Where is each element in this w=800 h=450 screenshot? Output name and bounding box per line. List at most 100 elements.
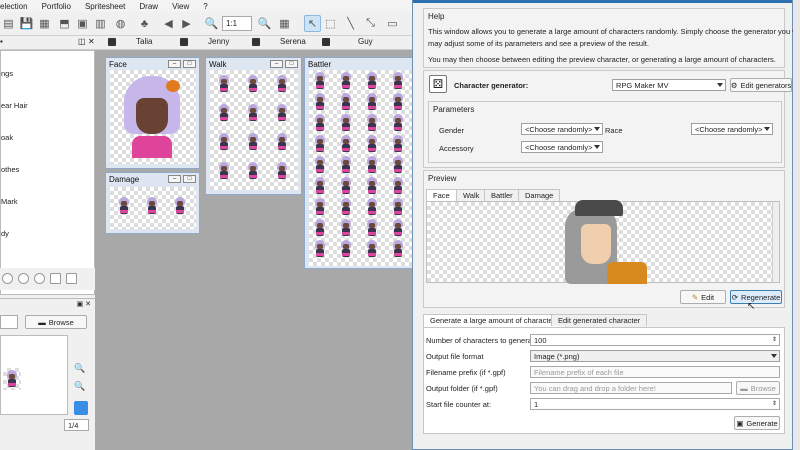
title-stripe <box>413 0 792 3</box>
gender-label: Gender <box>439 126 465 135</box>
zoom-in-icon[interactable]: 🔍 <box>74 363 85 374</box>
folder-select[interactable] <box>0 315 18 329</box>
tab-jenny[interactable]: Jenny <box>180 37 229 46</box>
part-item[interactable]: oak <box>1 133 13 142</box>
select-icon[interactable]: ⬚ <box>322 15 339 32</box>
part-item[interactable]: Mark <box>1 197 18 206</box>
parts-list: ngs ear Hair oak othes Mark dy <box>0 50 95 295</box>
select-value: RPG Maker MV <box>616 81 669 90</box>
browse-button[interactable]: ▬ Browse <box>25 315 87 329</box>
copy-icon[interactable] <box>50 273 61 284</box>
dice-icon: ⚄ <box>429 75 447 93</box>
count-value: 100 <box>534 336 547 345</box>
menu-view[interactable]: View <box>172 2 189 11</box>
minimize-icon[interactable]: – <box>270 60 283 68</box>
undo-icon[interactable]: ◀ <box>160 15 177 32</box>
menu-spritesheet[interactable]: Spritesheet <box>85 2 125 11</box>
remove-icon[interactable] <box>18 273 29 284</box>
generator-label: Character generator: <box>454 81 529 90</box>
sprite-frame <box>391 177 405 195</box>
new-icon[interactable]: ▤ <box>0 15 17 32</box>
globe-icon[interactable]: ◍ <box>112 15 129 32</box>
generate-button[interactable]: ▣ Generate <box>734 416 780 430</box>
minimize-icon[interactable]: – <box>168 60 181 68</box>
battler-sheet <box>309 70 415 266</box>
preview-scrollbar[interactable] <box>772 202 779 282</box>
zoom-in-icon[interactable]: 🔍 <box>256 15 273 32</box>
dock-icon[interactable]: ◫ <box>78 37 86 46</box>
tab-talia[interactable]: Talia <box>108 37 152 46</box>
prefix-field[interactable]: Filename prefix of each file <box>530 366 780 378</box>
page-field[interactable]: 1/4 <box>64 419 89 431</box>
color-icon[interactable] <box>34 273 45 284</box>
gender-select[interactable]: <Choose randomly> <box>521 123 603 135</box>
save-as-icon[interactable]: ▦ <box>36 15 53 32</box>
grid-icon[interactable]: ▦ <box>276 15 293 32</box>
generator-select[interactable]: RPG Maker MV <box>612 79 726 91</box>
filter-icon[interactable] <box>2 273 13 284</box>
spin-icon[interactable]: ⇕ <box>772 400 777 407</box>
maximize-icon[interactable]: □ <box>183 175 196 183</box>
sprite-frame <box>365 198 379 216</box>
format-select[interactable]: Image (*.png) <box>530 350 780 362</box>
sprite-frame <box>313 219 327 237</box>
panel-controls-icon[interactable]: ▣ ✕ <box>0 300 95 310</box>
count-spinbox[interactable]: 100 ⇕ <box>530 334 780 346</box>
part-item[interactable]: dy <box>1 229 9 238</box>
spritesheet-icon[interactable]: ▥ <box>92 15 109 32</box>
pointer-icon[interactable]: ↖ <box>304 15 321 32</box>
folder-icon: ▬ <box>38 317 46 327</box>
preview-tabs: Face Walk Battler Damage <box>426 189 784 285</box>
paste-icon[interactable] <box>66 273 77 284</box>
settings-icon[interactable] <box>74 401 88 415</box>
regenerate-button[interactable]: ⟳ Regenerate <box>730 290 782 304</box>
part-item[interactable]: ear Hair <box>1 101 28 110</box>
edit-generators-button[interactable]: ⚙ Edit generators <box>730 78 792 92</box>
accessory-select[interactable]: <Choose randomly> <box>521 141 603 153</box>
tab-walk[interactable]: Walk <box>456 189 487 201</box>
zoom-out-icon[interactable]: 🔍 <box>203 15 220 32</box>
folder-browse-button[interactable]: ▬ Browse <box>736 381 780 395</box>
tab-generate-many[interactable]: Generate a large amount of characters <box>423 314 566 327</box>
tab-label: Serena <box>280 37 306 46</box>
zoom-select[interactable]: 1:1 <box>222 16 252 31</box>
thumbnail[interactable] <box>3 368 21 390</box>
export-icon[interactable]: ⬒ <box>56 15 73 32</box>
transform-icon[interactable]: ⤡ <box>362 15 379 32</box>
menu-help[interactable]: ? <box>203 2 207 11</box>
menu-selection[interactable]: election <box>0 2 28 11</box>
help-text: You may then choose between editing the … <box>428 55 776 64</box>
sprite-frame <box>391 198 405 216</box>
pen-icon[interactable]: ╲ <box>342 15 359 32</box>
tab-battler[interactable]: Battler <box>484 189 520 201</box>
sprite-frame <box>339 135 353 153</box>
tab-edit-generated[interactable]: Edit generated character <box>551 314 648 326</box>
minimize-icon[interactable]: – <box>168 175 181 183</box>
redo-icon[interactable]: ▶ <box>178 15 195 32</box>
save-icon[interactable]: 💾 <box>18 15 35 32</box>
zoom-out-icon[interactable]: 🔍 <box>74 381 85 392</box>
menu-draw[interactable]: Draw <box>139 2 158 11</box>
resize-icon[interactable]: ▭ <box>384 15 401 32</box>
thumbnail-area <box>0 335 68 415</box>
prefix-label: Filename prefix (if *.gpf) <box>426 368 506 377</box>
menu-portfolio[interactable]: Portfolio <box>42 2 71 11</box>
edit-button[interactable]: ✎ Edit <box>680 290 726 304</box>
maximize-icon[interactable]: □ <box>285 60 298 68</box>
part-item[interactable]: othes <box>1 165 19 174</box>
maximize-icon[interactable]: □ <box>183 60 196 68</box>
close-icon[interactable]: ✕ <box>88 37 95 46</box>
race-select[interactable]: <Choose randomly> <box>691 123 773 135</box>
generator-icon[interactable]: ♣ <box>136 15 153 32</box>
import-icon[interactable]: ▣ <box>74 15 91 32</box>
part-item[interactable]: ngs <box>1 69 13 78</box>
tab-guy[interactable]: Guy <box>322 37 373 46</box>
tab-serena[interactable]: Serena <box>252 37 306 46</box>
tab-damage[interactable]: Damage <box>518 189 561 201</box>
panel-title: Battler <box>308 60 332 69</box>
folder-field[interactable]: You can drag and drop a folder here! <box>530 382 732 394</box>
sprite-frame <box>275 75 289 93</box>
pin-icon[interactable]: ▪ <box>0 37 3 46</box>
counter-spinbox[interactable]: 1 ⇕ <box>530 398 780 410</box>
spin-icon[interactable]: ⇕ <box>772 336 777 343</box>
